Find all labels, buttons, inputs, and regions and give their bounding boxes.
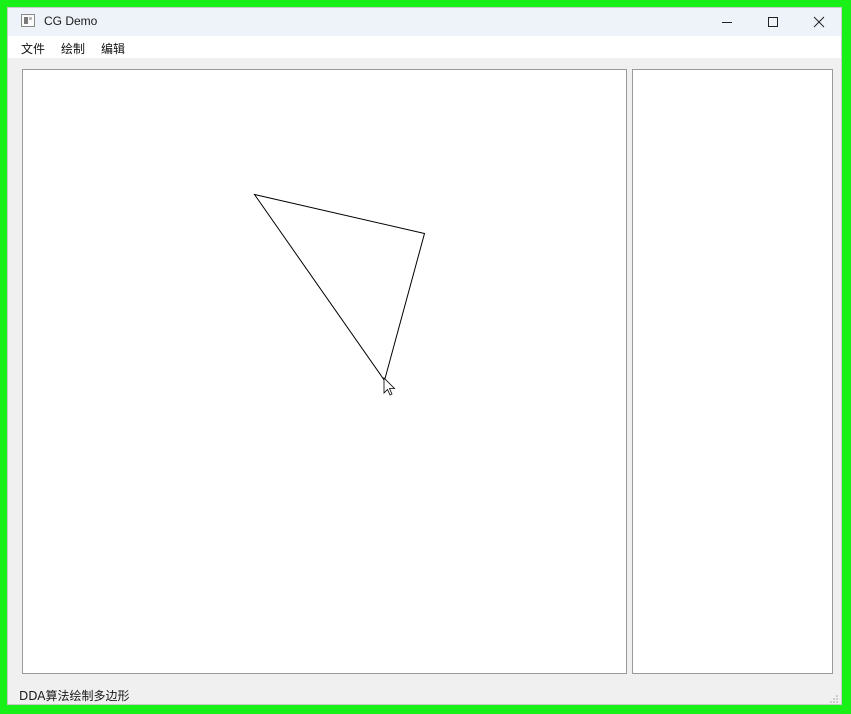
status-bar: DDA算法绘制多边形 (8, 682, 841, 704)
app-window: CG Demo 文件 绘制 编辑 DDA算法绘制多边形 (7, 7, 842, 705)
maximize-button[interactable] (750, 8, 796, 36)
canvas-surface[interactable] (23, 70, 626, 673)
title-bar[interactable]: CG Demo (8, 8, 841, 36)
menu-edit[interactable]: 编辑 (98, 39, 128, 58)
close-icon (813, 16, 825, 28)
close-button[interactable] (796, 8, 841, 36)
window-title: CG Demo (44, 14, 98, 28)
drawn-polygon[interactable] (253, 193, 426, 382)
status-text: DDA算法绘制多边形 (19, 689, 130, 703)
menu-bar: 文件 绘制 编辑 (8, 36, 841, 58)
side-panel (632, 69, 833, 674)
minimize-icon (722, 22, 732, 23)
maximize-icon (768, 17, 778, 27)
size-grip-icon[interactable] (829, 694, 839, 704)
drawing-canvas[interactable] (22, 69, 627, 674)
minimize-button[interactable] (704, 8, 750, 36)
mouse-cursor-icon (383, 377, 396, 396)
menu-file[interactable]: 文件 (18, 39, 48, 58)
menu-draw[interactable]: 绘制 (58, 39, 88, 58)
app-icon (21, 14, 35, 27)
